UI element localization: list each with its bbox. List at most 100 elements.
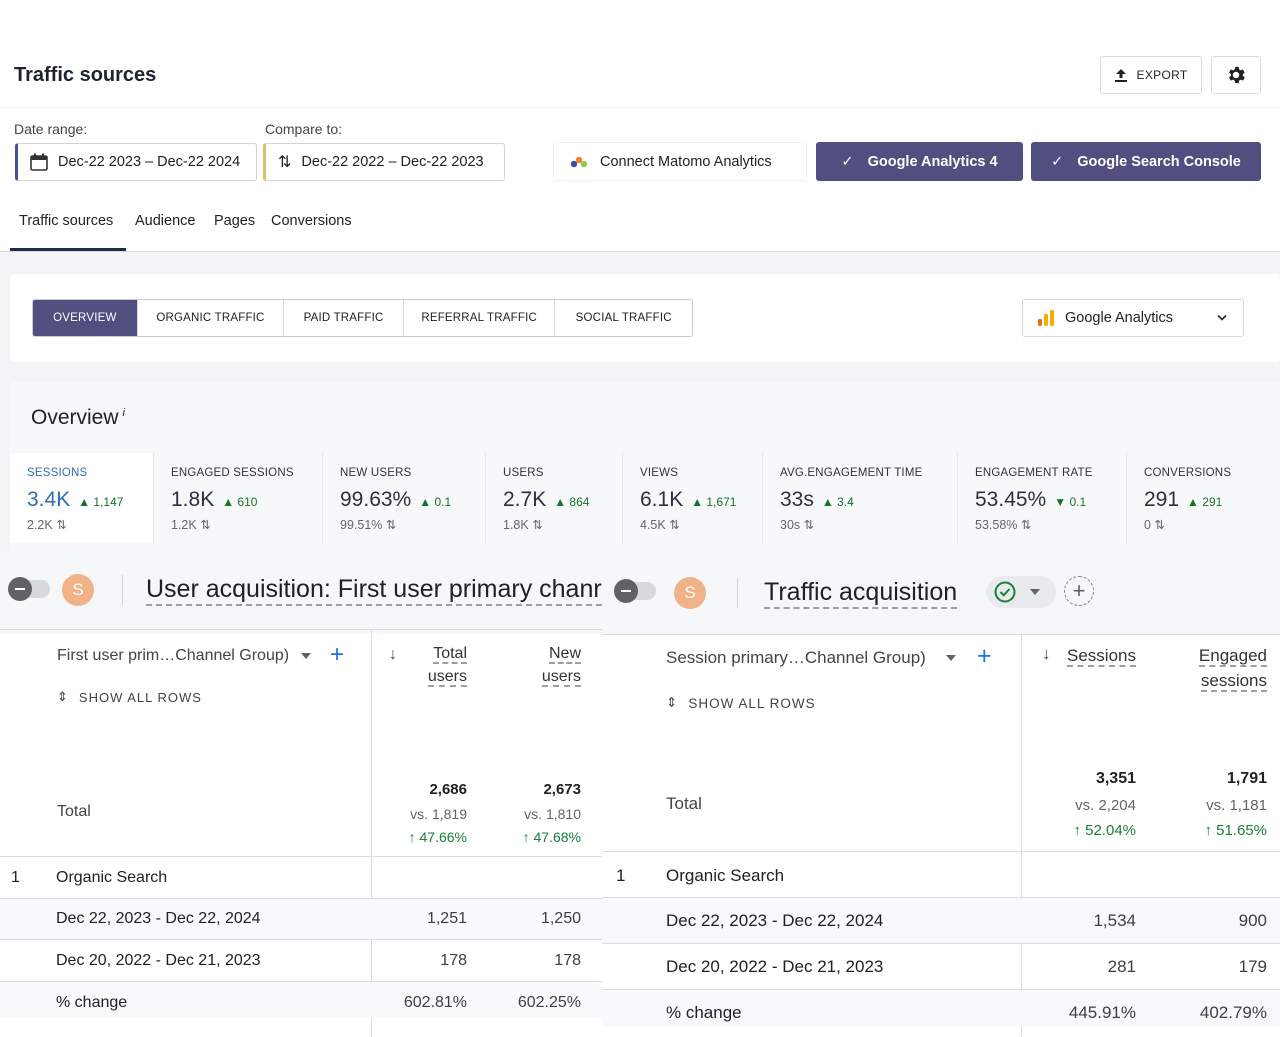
toolbar-divider [737, 578, 738, 608]
total-compare: vs. 1,819 [410, 806, 467, 822]
gear-icon [1229, 66, 1245, 84]
row-value: 178 [554, 952, 581, 969]
segment-paid-traffic[interactable]: PAID TRAFFIC [284, 300, 404, 336]
dropdown-arrow-icon[interactable] [301, 653, 311, 659]
segment-organic-traffic[interactable]: ORGANIC TRAFFIC [138, 300, 285, 336]
segment-overview[interactable]: OVERVIEW [33, 300, 138, 336]
google-search-console-button[interactable]: ✓ Google Search Console [1031, 142, 1261, 181]
check-icon: ✓ [1051, 153, 1064, 170]
metric-label: USERS [503, 467, 544, 479]
sort-down-icon[interactable]: ↓ [389, 646, 397, 664]
add-dimension-icon[interactable]: + [977, 642, 992, 671]
dropdown-arrow-icon[interactable] [946, 655, 956, 661]
sort-down-icon[interactable]: ↓ [1042, 644, 1051, 664]
metric-engaged-sessions[interactable]: ENGAGED SESSIONS 1.8K ▲ 610 1.2K ⇅ [154, 453, 323, 543]
metric-previous: 53.58% ⇅ [975, 518, 1032, 532]
export-button[interactable]: EXPORT [1100, 56, 1202, 94]
settings-button[interactable] [1211, 56, 1261, 94]
row-value: 402.79% [1199, 1003, 1267, 1022]
dimension-header[interactable]: Session primary…Channel Group) [666, 648, 926, 668]
metric-delta: ▲ 1,671 [691, 495, 737, 509]
date-range-picker[interactable]: Dec-22 2023 – Dec-22 2024 [15, 143, 257, 181]
tab-audience[interactable]: Audience [135, 213, 195, 229]
metric-users[interactable]: USERS 2.7K ▲ 864 1.8K ⇅ [486, 453, 623, 543]
add-dimension-icon[interactable]: + [330, 641, 344, 669]
channel-group-name[interactable]: Organic Search [56, 869, 167, 887]
avatar[interactable]: S [62, 574, 94, 606]
connect-matomo-label: Connect Matomo Analytics [600, 153, 772, 170]
total-value: 1,791 [1226, 770, 1267, 787]
comparison-toggle[interactable] [8, 577, 50, 601]
metric-views[interactable]: VIEWS 6.1K ▲ 1,671 4.5K ⇅ [623, 453, 763, 543]
metric-conversions[interactable]: CONVERSIONS 291 ▲ 291 0 ⇅ [1127, 453, 1280, 543]
report-status-chip[interactable] [986, 576, 1056, 608]
column-header-new-users[interactable]: New users [500, 642, 581, 688]
gsc-label: Google Search Console [1077, 153, 1241, 170]
row-value: 1,534 [1093, 911, 1136, 930]
google-analytics-icon [1038, 310, 1054, 326]
add-comparison-icon[interactable]: + [1064, 576, 1094, 606]
report-title[interactable]: User acquisition: First user primary cha… [146, 574, 602, 606]
total-label: Total [57, 803, 91, 820]
metric-delta: ▲ 864 [554, 495, 590, 509]
total-change: ↑ 51.65% [1204, 822, 1267, 839]
column-header-total-users[interactable]: Total users [400, 642, 467, 688]
metric-label: ENGAGEMENT RATE [975, 467, 1093, 479]
comparison-toggle[interactable] [614, 579, 656, 603]
check-circle-icon [994, 581, 1016, 603]
metric-previous: 99.51% ⇅ [340, 518, 397, 532]
metric-delta: ▼ 0.1 [1054, 495, 1087, 509]
total-change: ↑ 52.04% [1073, 822, 1136, 839]
metric-sessions[interactable]: SESSIONS 3.4K ▲ 1,147 2.2K ⇅ [10, 453, 154, 543]
expand-icon: ⇕ [57, 689, 69, 704]
connect-matomo-button[interactable]: Connect Matomo Analytics [553, 142, 807, 181]
metric-label: VIEWS [640, 467, 679, 479]
swap-icon: ⇅ [278, 154, 292, 171]
metric-previous: 30s ⇅ [780, 518, 815, 532]
total-compare: vs. 1,181 [1206, 797, 1267, 814]
table-top-border [0, 629, 602, 630]
total-change: ↑ 47.68% [522, 829, 581, 845]
header-divider [0, 107, 1280, 108]
analytics-source-value: Google Analytics [1065, 310, 1174, 326]
segment-referral-traffic[interactable]: REFERRAL TRAFFIC [404, 300, 556, 336]
info-icon[interactable]: i [123, 407, 125, 419]
tab-conversions[interactable]: Conversions [271, 213, 352, 229]
tab-traffic-sources[interactable]: Traffic sources [19, 213, 113, 229]
metric-new-users[interactable]: NEW USERS 99.63% ▲ 0.1 99.51% ⇅ [323, 453, 486, 543]
show-all-rows-button[interactable]: ⇕ SHOW ALL ROWS [666, 695, 816, 711]
row-label: % change [56, 994, 128, 1011]
compare-range-value: Dec-22 2022 – Dec-22 2023 [301, 154, 484, 170]
show-all-rows-button[interactable]: ⇕ SHOW ALL ROWS [57, 689, 202, 705]
metric-avg-engagement-time[interactable]: AVG.ENGAGEMENT TIME 33s ▲ 3.4 30s ⇅ [763, 453, 958, 543]
row-value: 179 [1238, 957, 1267, 976]
metric-previous: 0 ⇅ [1144, 518, 1165, 532]
tab-pages[interactable]: Pages [214, 213, 255, 229]
column-header-sessions[interactable]: Sessions [1052, 643, 1136, 668]
row-value: 1,250 [540, 910, 581, 927]
matomo-icon [570, 156, 588, 167]
row-value: 602.25% [517, 994, 581, 1011]
main-tabs: Traffic sources Audience Pages Conversio… [0, 196, 1280, 252]
column-header-engaged-sessions[interactable]: Engaged sessions [1172, 643, 1267, 693]
row-value: 281 [1107, 957, 1136, 976]
google-analytics-4-button[interactable]: ✓ Google Analytics 4 [816, 142, 1023, 181]
row-value: 1,251 [426, 910, 467, 927]
column-divider [371, 630, 372, 1037]
traffic-type-segments: OVERVIEW ORGANIC TRAFFIC PAID TRAFFIC RE… [32, 299, 693, 337]
channel-group-name[interactable]: Organic Search [666, 866, 784, 886]
dropdown-arrow-icon [1030, 589, 1040, 595]
segment-social-traffic[interactable]: SOCIAL TRAFFIC [555, 300, 692, 336]
row-index: 1 [11, 869, 20, 886]
compare-range-picker[interactable]: ⇅ Dec-22 2022 – Dec-22 2023 [263, 143, 505, 181]
metric-engagement-rate[interactable]: ENGAGEMENT RATE 53.45% ▼ 0.1 53.58% ⇅ [958, 453, 1127, 543]
row-label: Dec 22, 2023 - Dec 22, 2024 [56, 910, 261, 927]
dimension-header[interactable]: First user prim…Channel Group) [57, 647, 289, 665]
row-border [602, 943, 1280, 944]
user-acquisition-panel: S User acquisition: First user primary c… [0, 552, 602, 1037]
metric-value: 53.45% [975, 488, 1047, 511]
total-compare: vs. 1,810 [524, 806, 581, 822]
avatar[interactable]: S [674, 577, 706, 609]
report-title[interactable]: Traffic acquisition [764, 577, 958, 609]
analytics-source-select[interactable]: Google Analytics [1022, 299, 1244, 337]
